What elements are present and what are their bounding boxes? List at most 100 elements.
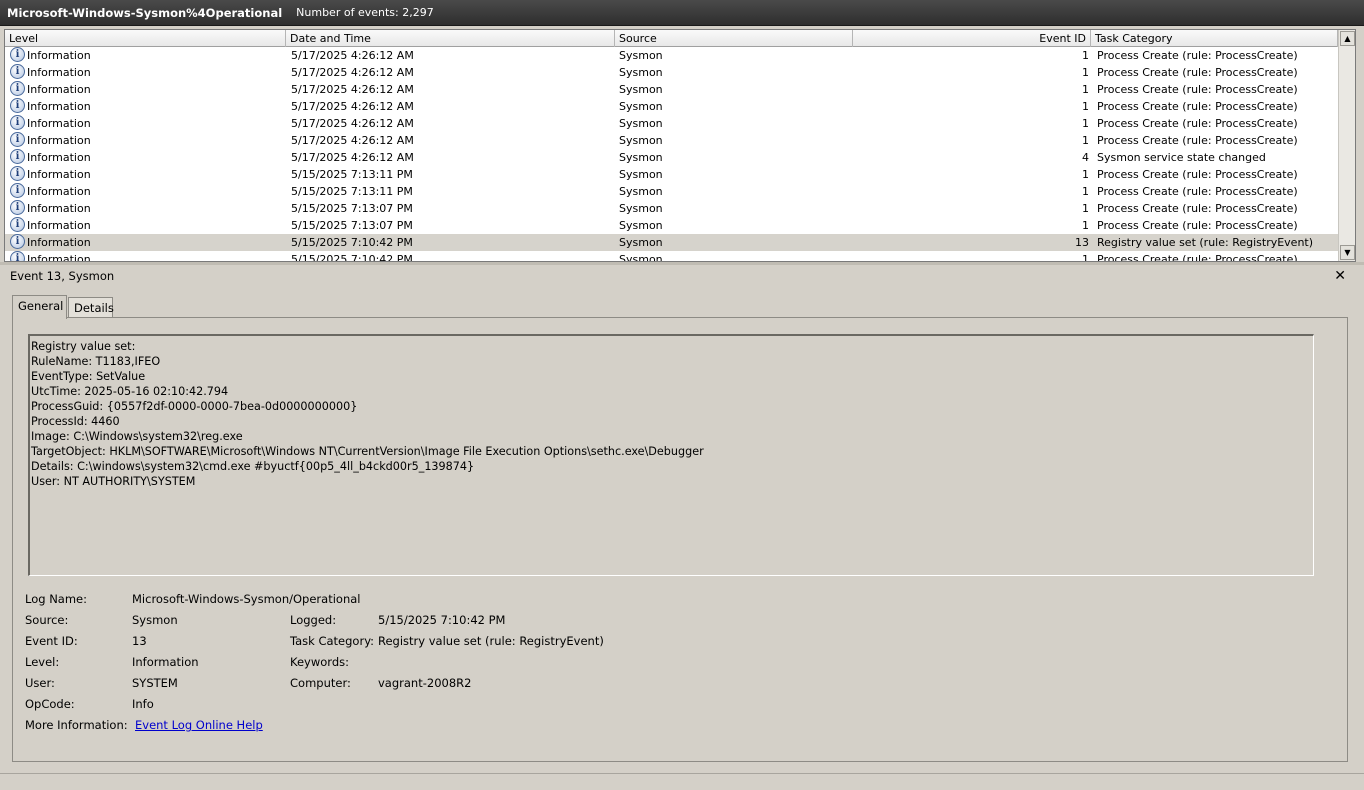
row-date: 5/15/2025 7:13:11 PM [291,185,413,198]
row-task-category: Process Create (rule: ProcessCreate) [1097,66,1298,79]
event-message[interactable]: Registry value set: RuleName: T1183,IFEO E… [28,334,1314,576]
column-source[interactable]: Source [615,30,853,47]
message-line: Image: C:\Windows\system32\reg.exe [31,430,243,443]
row-event-id: 1 [1082,49,1089,62]
info-icon: i [10,115,25,130]
row-date: 5/15/2025 7:10:42 PM [291,253,413,262]
row-date: 5/17/2025 4:26:12 AM [291,66,414,79]
row-level: Information [27,151,91,164]
status-bar [0,773,1364,790]
row-level: Information [27,202,91,215]
row-task-category: Process Create (rule: ProcessCreate) [1097,83,1298,96]
event-row[interactable]: i Information 5/15/2025 7:13:07 PM Sysmon 1 P… [5,200,1338,217]
message-line: User: NT AUTHORITY\SYSTEM [31,475,196,488]
row-date: 5/17/2025 4:26:12 AM [291,100,414,113]
event-row[interactable]: i Information 5/17/2025 4:26:12 AM Sysmon 1 P… [5,47,1338,64]
row-task-category: Process Create (rule: ProcessCreate) [1097,185,1298,198]
row-task-category: Process Create (rule: ProcessCreate) [1097,100,1298,113]
row-date: 5/17/2025 4:26:12 AM [291,49,414,62]
column-date[interactable]: Date and Time [286,30,615,47]
computer-value: vagrant-2008R2 [378,676,472,690]
log-name-value: Microsoft-Windows-Sysmon/Operational [132,592,361,606]
logged-label: Logged: [290,613,337,627]
source-value: Sysmon [132,613,178,627]
row-source: Sysmon [619,253,663,262]
scroll-up-icon[interactable]: ▲ [1340,31,1355,46]
row-level: Information [27,185,91,198]
row-date: 5/17/2025 4:26:12 AM [291,83,414,96]
column-level[interactable]: Level [5,30,286,47]
info-icon: i [10,64,25,79]
row-date: 5/15/2025 7:13:07 PM [291,219,413,232]
list-scrollbar[interactable]: ▲ ▼ [1338,30,1355,261]
row-source: Sysmon [619,117,663,130]
event-row[interactable]: i Information 5/15/2025 7:13:11 PM Sysmon 1 P… [5,166,1338,183]
row-event-id: 1 [1082,185,1089,198]
row-level: Information [27,83,91,96]
row-event-id: 1 [1082,66,1089,79]
row-event-id: 1 [1082,168,1089,181]
message-line: TargetObject: HKLM\SOFTWARE\Microsoft\Wi… [31,445,704,458]
event-row[interactable]: i Information 5/17/2025 4:26:12 AM Sysmon 1 P… [5,115,1338,132]
event-log-help-link[interactable]: Event Log Online Help [135,718,263,733]
pane-splitter[interactable] [0,262,1364,265]
row-level: Information [27,100,91,113]
tab-general[interactable]: General [12,295,67,319]
event-list[interactable]: Level Date and Time Source Event ID Task… [4,29,1356,262]
row-event-id: 1 [1082,253,1089,262]
message-line: ProcessId: 4460 [31,415,120,428]
row-date: 5/17/2025 4:26:12 AM [291,151,414,164]
event-rows: i Information 5/17/2025 4:26:12 AM Sysmon 1 P… [5,47,1338,262]
source-label: Source: [25,613,69,627]
info-icon: i [10,149,25,164]
row-date: 5/15/2025 7:10:42 PM [291,236,413,249]
info-icon: i [10,217,25,232]
row-source: Sysmon [619,83,663,96]
scroll-down-icon[interactable]: ▼ [1340,245,1355,260]
row-task-category: Process Create (rule: ProcessCreate) [1097,219,1298,232]
close-icon[interactable]: ✕ [1334,266,1346,286]
event-row[interactable]: i Information 5/15/2025 7:10:42 PM Sysmon 1 P… [5,251,1338,262]
row-source: Sysmon [619,219,663,232]
info-icon: i [10,183,25,198]
info-icon: i [10,81,25,96]
column-event-id[interactable]: Event ID [853,30,1091,47]
more-info-label: More Information: [25,718,128,732]
row-task-category: Process Create (rule: ProcessCreate) [1097,202,1298,215]
info-icon: i [10,234,25,249]
column-task-category[interactable]: Task Category [1091,30,1338,47]
row-level: Information [27,253,91,262]
level-value: Information [132,655,199,669]
row-source: Sysmon [619,100,663,113]
event-row[interactable]: i Information 5/17/2025 4:26:12 AM Sysmon 1 P… [5,98,1338,115]
row-level: Information [27,236,91,249]
row-date: 5/15/2025 7:13:07 PM [291,202,413,215]
row-level: Information [27,66,91,79]
tab-details[interactable]: Details [68,297,114,318]
info-icon: i [10,166,25,181]
keywords-label: Keywords: [290,655,349,669]
event-row[interactable]: i Information 5/15/2025 7:10:42 PM Sysmon 13… [5,234,1338,251]
log-title: Microsoft-Windows-Sysmon%4Operational [7,5,283,20]
row-date: 5/17/2025 4:26:12 AM [291,134,414,147]
row-event-id: 4 [1082,151,1089,164]
event-row[interactable]: i Information 5/15/2025 7:13:11 PM Sysmon 1 P… [5,183,1338,200]
row-event-id: 1 [1082,219,1089,232]
row-task-category: Process Create (rule: ProcessCreate) [1097,117,1298,130]
event-row[interactable]: i Information 5/17/2025 4:26:12 AM Sysmon 1 P… [5,81,1338,98]
message-line: RuleName: T1183,IFEO [31,355,161,368]
event-count: Number of events: 2,297 [296,6,434,19]
level-label: Level: [25,655,60,669]
event-row[interactable]: i Information 5/15/2025 7:13:07 PM Sysmon 1 P… [5,217,1338,234]
row-event-id: 1 [1082,202,1089,215]
info-icon: i [10,47,25,62]
event-row[interactable]: i Information 5/17/2025 4:26:12 AM Sysmon 4 S… [5,149,1338,166]
task-category-value: Registry value set (rule: RegistryEvent) [378,634,604,648]
event-row[interactable]: i Information 5/17/2025 4:26:12 AM Sysmon 1 P… [5,132,1338,149]
event-id-label: Event ID: [25,634,78,648]
row-level: Information [27,49,91,62]
general-panel: Registry value set: RuleName: T1183,IFEO E… [12,317,1348,762]
computer-label: Computer: [290,676,351,690]
opcode-label: OpCode: [25,697,75,711]
event-row[interactable]: i Information 5/17/2025 4:26:12 AM Sysmon 1 P… [5,64,1338,81]
